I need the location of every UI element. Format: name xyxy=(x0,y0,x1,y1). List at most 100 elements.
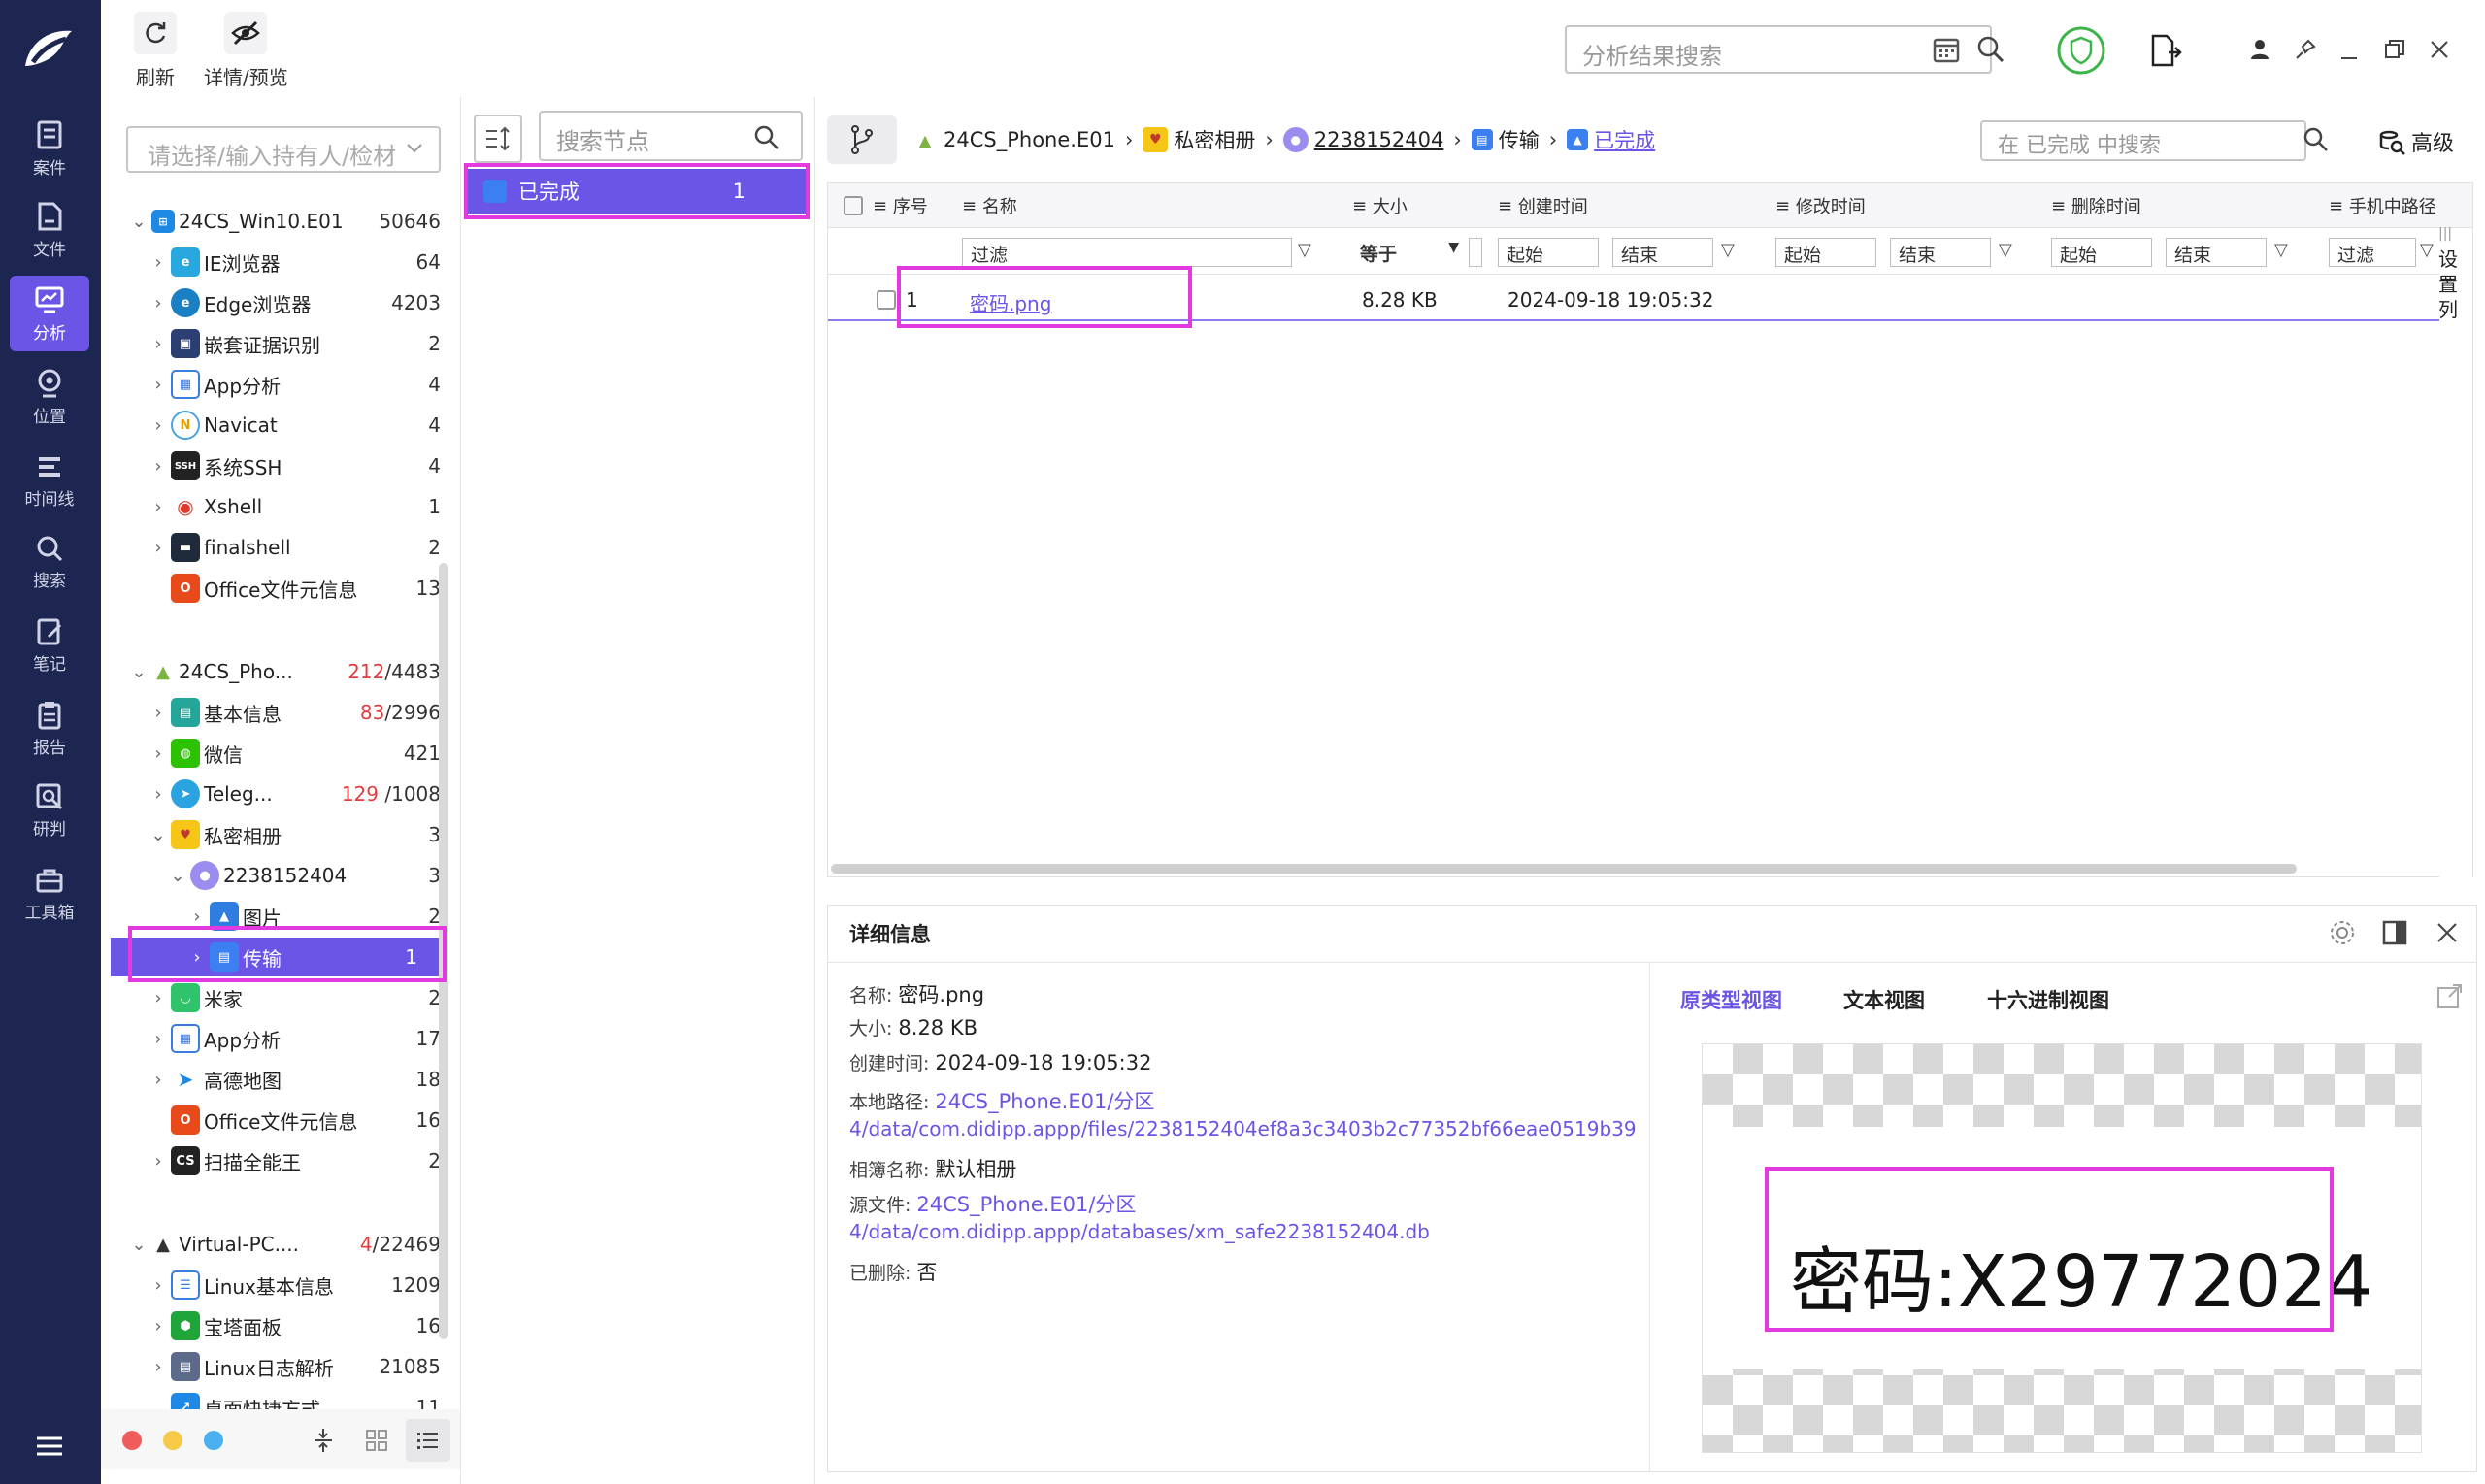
col-modified[interactable]: ≡ 修改时间 xyxy=(1775,183,1866,228)
inner-search-input[interactable]: 在 已完成 中搜索 xyxy=(1980,120,2306,161)
tree-item-office-meta[interactable]: O Office文件元信息 13 xyxy=(148,569,441,608)
shield-icon[interactable] xyxy=(2056,25,2106,80)
filter-icon[interactable]: ▽ xyxy=(1298,240,1311,260)
source-link[interactable]: 24CS_Phone.E01/分区 xyxy=(916,1193,1136,1216)
local-path-link[interactable]: 24CS_Phone.E01/分区 xyxy=(935,1090,1154,1113)
path-filter-input[interactable]: 过滤 xyxy=(2329,238,2416,267)
tab-hex-view[interactable]: 十六进制视图 xyxy=(1987,985,2109,1014)
tree-item-linux-log[interactable]: › ▤ Linux日志解析 21085 xyxy=(148,1347,441,1386)
name-filter-input[interactable]: 过滤 xyxy=(962,238,1292,267)
nav-search[interactable]: 搜索 xyxy=(10,524,89,600)
filter-icon[interactable]: ▽ xyxy=(1999,240,2012,260)
open-external-icon[interactable] xyxy=(2435,983,2463,1014)
deleted-end-input[interactable]: 结束 xyxy=(2166,238,2267,267)
filter-icon[interactable]: ▽ xyxy=(2274,240,2288,260)
breadcrumb-item[interactable]: ▲ 24CS_Phone.E01 xyxy=(912,127,1115,152)
tree-item-finalshell[interactable]: › ▬ finalshell 2 xyxy=(148,528,441,567)
restore-icon[interactable] xyxy=(2384,39,2405,64)
table-hscrollbar[interactable] xyxy=(831,864,2297,874)
panel-toggle-icon[interactable] xyxy=(2381,919,2408,950)
tree-item-telegram[interactable]: › ➤ Teleg... 129 /1008 xyxy=(148,775,441,813)
breadcrumb-item[interactable]: ● 2238152404 xyxy=(1282,127,1443,152)
modified-end-input[interactable]: 结束 xyxy=(1890,238,1991,267)
col-created[interactable]: ≡ 创建时间 xyxy=(1498,183,1588,228)
size-operator-select[interactable]: 等于 ▼ xyxy=(1352,238,1465,267)
sort-button[interactable] xyxy=(474,115,522,163)
tree-item-app-analysis-2[interactable]: › ▦ App分析 17 xyxy=(148,1019,441,1058)
settings-icon[interactable] xyxy=(2329,919,2356,950)
col-name[interactable]: ≡ 名称 xyxy=(962,183,1017,228)
tree-item-ssh[interactable]: › SSH 系统SSH 4 xyxy=(148,446,441,485)
refresh-button[interactable]: 刷新 xyxy=(134,12,177,90)
size-filter-input[interactable] xyxy=(1469,238,1482,267)
breadcrumb-item[interactable]: ♥ 私密相册 xyxy=(1143,125,1255,154)
nav-analysis[interactable]: 分析 xyxy=(10,276,89,351)
tree-item-transfer[interactable]: › ▤ 传输 1 xyxy=(111,938,441,976)
source-link-cont[interactable]: 4/data/com.didipp.appp/databases/xm_safe… xyxy=(849,1220,1430,1243)
nav-note[interactable]: 笔记 xyxy=(10,608,89,683)
col-phone-path[interactable]: ≡ 手机中路径 xyxy=(2329,183,2436,228)
search-icon[interactable] xyxy=(1976,35,2005,68)
menu-icon[interactable] xyxy=(35,1435,64,1462)
tab-text-view[interactable]: 文本视图 xyxy=(1843,985,1925,1014)
nav-timeline[interactable]: 时间线 xyxy=(10,443,89,518)
col-index[interactable]: ≡ 序号 xyxy=(873,183,928,228)
filter-icon[interactable]: ▽ xyxy=(1721,240,1735,260)
breadcrumb-item[interactable]: ▤ 传输 xyxy=(1471,125,1540,154)
select-all-checkbox[interactable] xyxy=(844,183,863,228)
col-size[interactable]: ≡ 大小 xyxy=(1352,183,1408,228)
filter-icon[interactable]: ▽ xyxy=(2420,240,2434,260)
collapse-icon[interactable] xyxy=(313,1427,334,1458)
search-icon[interactable] xyxy=(753,124,780,155)
tree-scrollbar[interactable] xyxy=(439,563,448,1339)
tree-item-linux-info[interactable]: › ☰ Linux基本信息 1209 xyxy=(148,1266,441,1304)
tree-item-baota[interactable]: › ⬢ 宝塔面板 16 xyxy=(148,1306,441,1345)
local-path-link-cont[interactable]: 4/data/com.didipp.appp/files/2238152404e… xyxy=(849,1117,1637,1140)
nav-report[interactable]: 报告 xyxy=(10,691,89,767)
deleted-start-input[interactable]: 起始 xyxy=(2051,238,2152,267)
tree-item-camscanner[interactable]: › CS 扫描全能王 2 xyxy=(148,1141,441,1180)
nav-location[interactable]: 位置 xyxy=(10,359,89,435)
tree-item-xshell[interactable]: › ◉ Xshell 1 xyxy=(148,487,441,526)
chevron-down-icon[interactable] xyxy=(406,140,423,158)
export-icon[interactable] xyxy=(2149,33,2182,72)
grid-view-icon[interactable] xyxy=(365,1429,388,1456)
tree-item-edge[interactable]: › e Edge浏览器 4203 xyxy=(148,283,441,322)
yellow-dot[interactable] xyxy=(163,1431,182,1450)
modified-start-input[interactable]: 起始 xyxy=(1775,238,1876,267)
breadcrumb-item[interactable]: ▲ 已完成 xyxy=(1567,125,1655,154)
tree-item-basic-info[interactable]: › ▤ 基本信息 83/2996 xyxy=(148,693,441,732)
settings-column[interactable] xyxy=(2439,228,2472,878)
tree-item-private-album[interactable]: ⌄ ♥ 私密相册 3 xyxy=(148,815,441,854)
blue-dot[interactable] xyxy=(204,1431,223,1450)
search-icon[interactable] xyxy=(2303,126,2330,157)
node-item-completed[interactable]: 已完成 1 xyxy=(466,169,808,214)
tab-native-view[interactable]: 原类型视图 xyxy=(1680,985,1782,1014)
list-view-icon[interactable] xyxy=(406,1419,450,1462)
tree-item-wechat[interactable]: › ◍ 微信 421 xyxy=(148,734,441,773)
col-deleted[interactable]: ≡ 删除时间 xyxy=(2051,183,2141,228)
row-name-link[interactable]: 密码.png xyxy=(970,288,1051,316)
branch-button[interactable] xyxy=(827,115,897,164)
row-checkbox[interactable] xyxy=(877,290,896,310)
created-end-input[interactable]: 结束 xyxy=(1612,238,1713,267)
holder-select[interactable]: 请选择/输入持有人/检材 xyxy=(126,126,441,173)
tree-item-account[interactable]: ⌄ ● 2238152404 3 xyxy=(167,856,441,895)
nav-judge[interactable]: 研判 xyxy=(10,773,89,848)
tree-item-pictures[interactable]: › ▲ 图片 2 xyxy=(186,897,441,936)
red-dot[interactable] xyxy=(122,1431,142,1450)
user-icon[interactable] xyxy=(2250,39,2270,64)
tree-item-office-meta-2[interactable]: O Office文件元信息 16 xyxy=(148,1101,441,1139)
advanced-search-button[interactable]: 高级 xyxy=(2378,126,2454,157)
tree-item-navicat[interactable]: › N Navicat 4 xyxy=(148,406,441,445)
pin-icon[interactable] xyxy=(2295,39,2316,64)
minimize-icon[interactable] xyxy=(2339,47,2359,65)
nav-case[interactable]: 案件 xyxy=(10,111,89,186)
tree-group-phone[interactable]: ⌄ ▲ 24CS_Pho... 212/4483 xyxy=(128,652,441,691)
preview-toggle-button[interactable]: 详情/预览 xyxy=(204,12,288,90)
tree-item-mijia[interactable]: › ◡ 米家 2 xyxy=(148,978,441,1017)
calendar-icon[interactable] xyxy=(1932,35,1961,68)
settings-column-label[interactable]: ||| 设置列 xyxy=(2438,221,2462,322)
nav-toolbox[interactable]: 工具箱 xyxy=(10,856,89,932)
close-icon[interactable] xyxy=(2429,39,2450,64)
